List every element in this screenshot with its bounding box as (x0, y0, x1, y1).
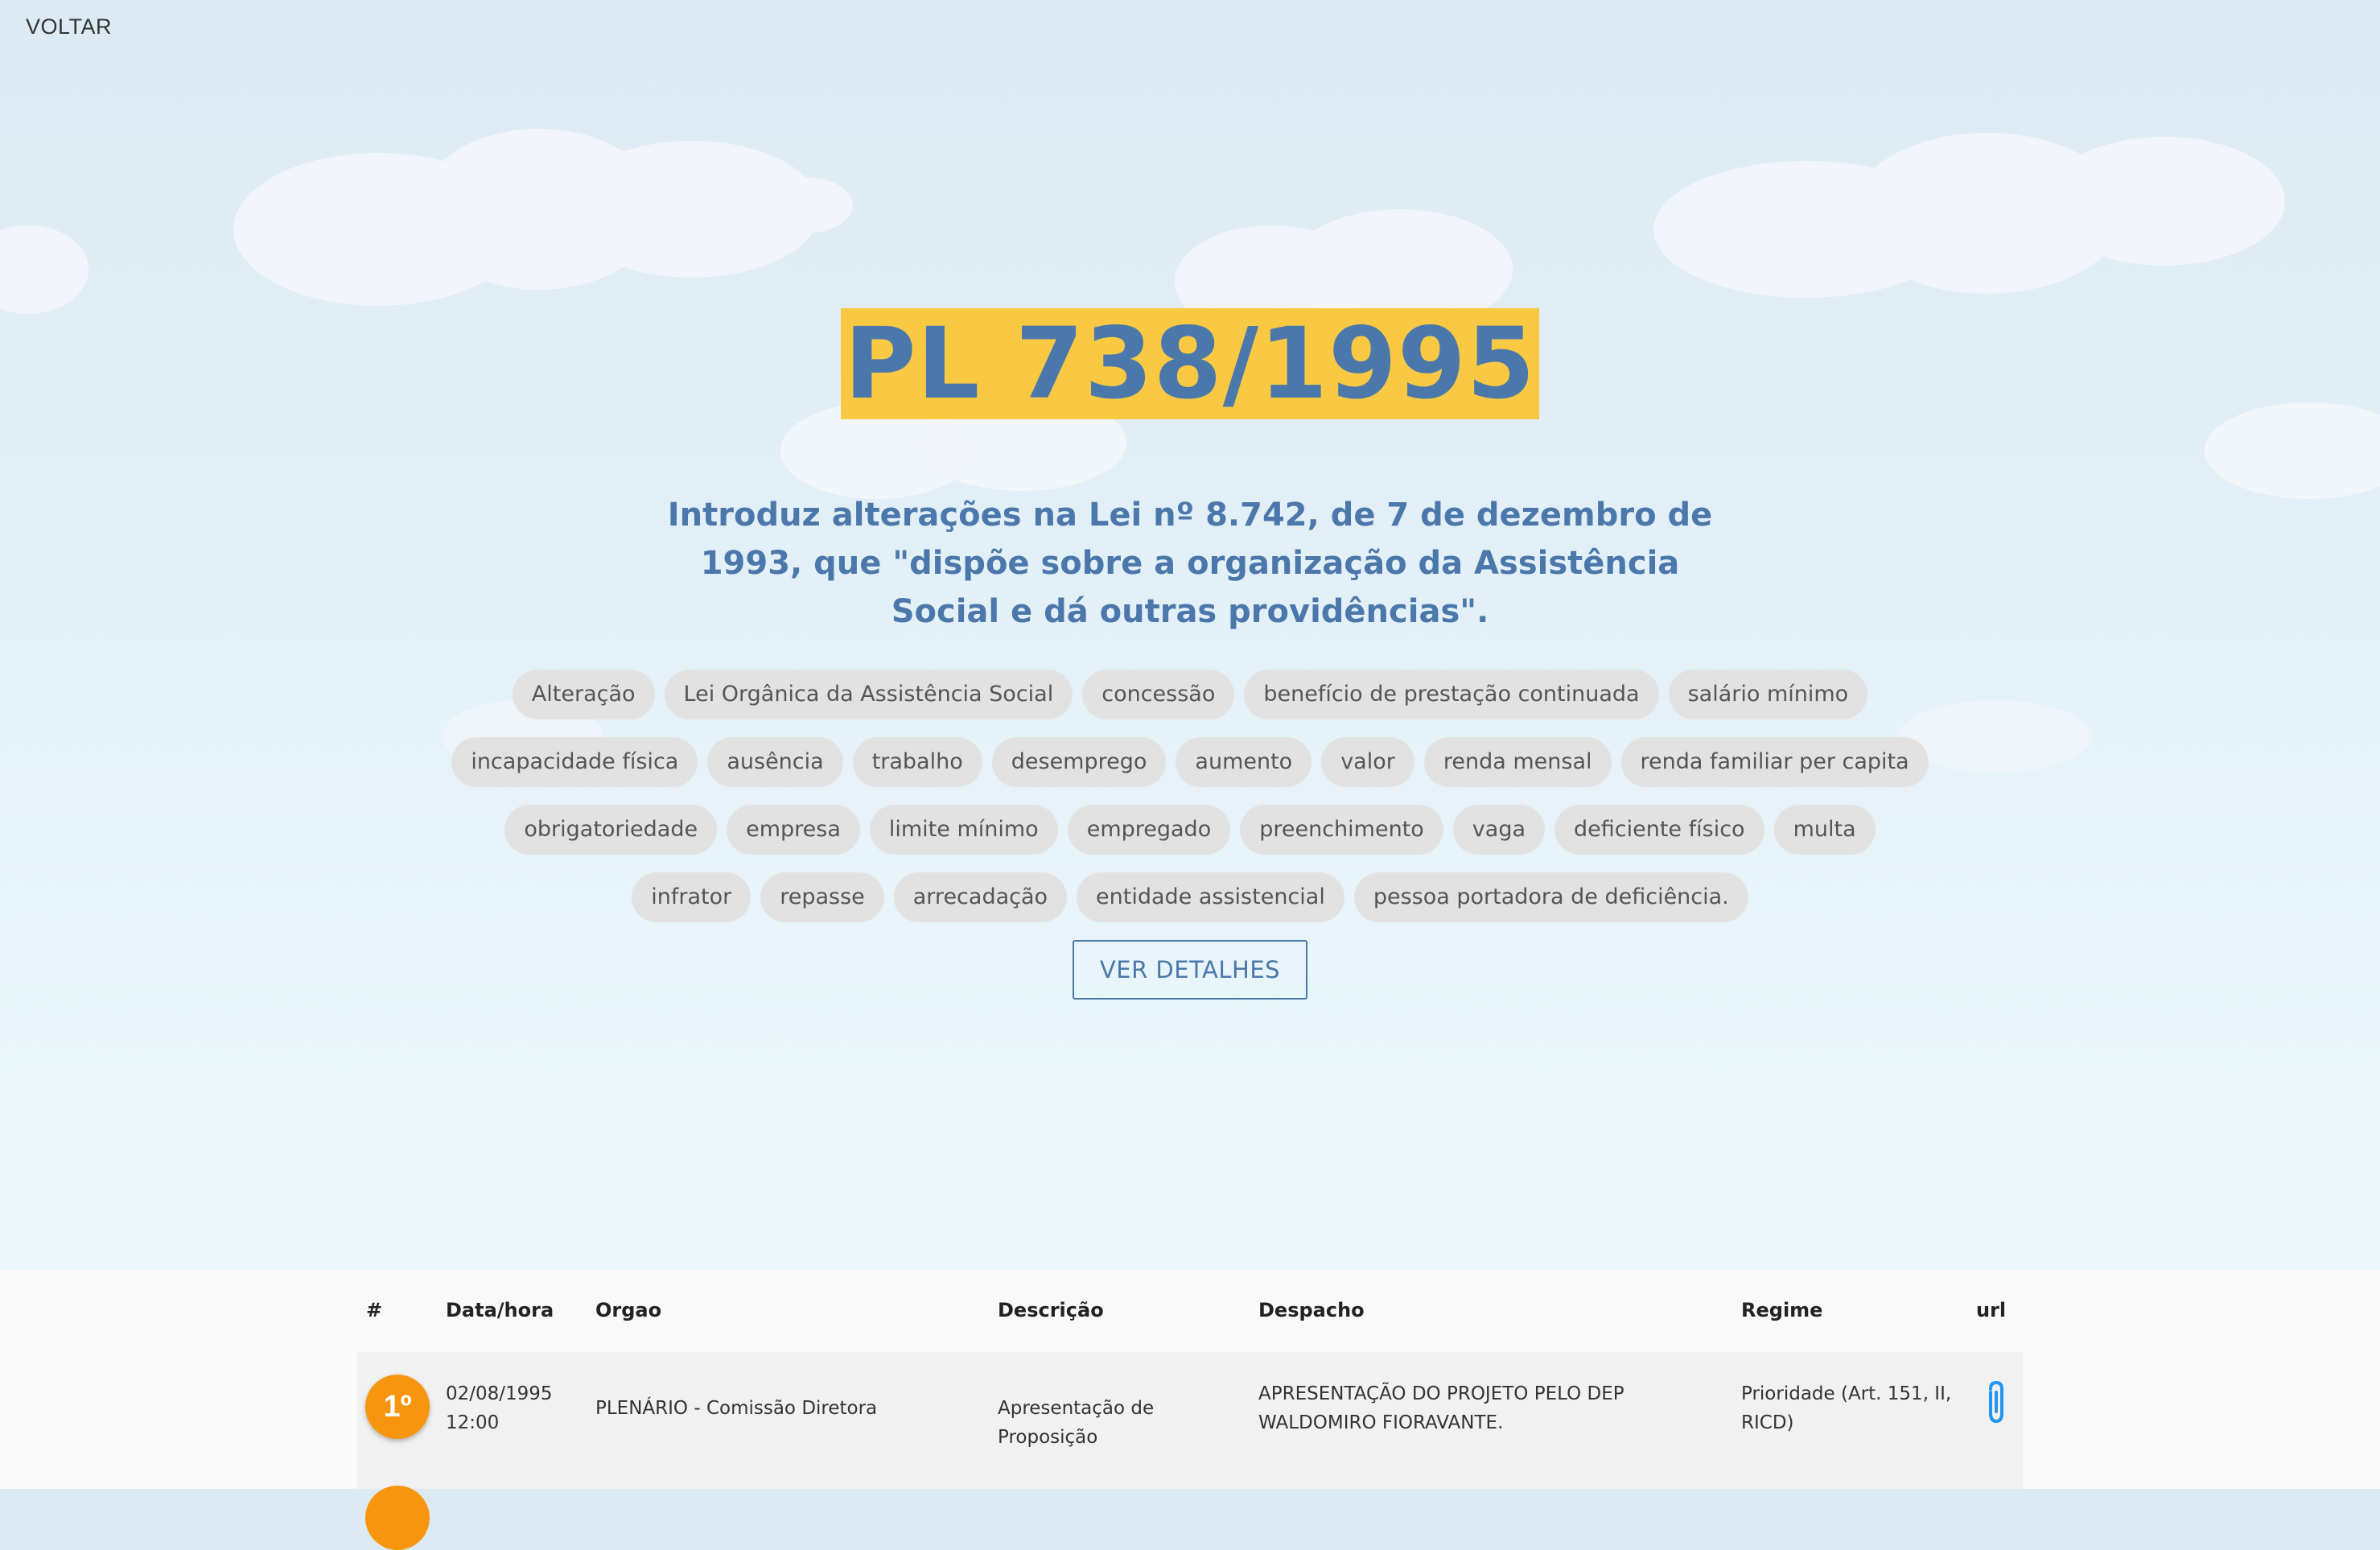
tag-chip: desemprego (991, 737, 1167, 787)
tag-chip: salário mínimo (1668, 670, 1868, 719)
tag-chip: entidade assistencial (1077, 872, 1344, 922)
tag-chip: obrigatoriedade (504, 805, 718, 855)
tag-chip: pessoa portadora de deficiência. (1353, 872, 1748, 922)
table-header: # Data/hora Orgao Descrição Despacho Reg… (0, 1270, 2380, 1350)
tag-chip: Alteração (512, 670, 655, 719)
paperclip-icon-svg (1989, 1380, 2003, 1424)
row-despacho: APRESENTAÇÃO DO PROJETO PELO DEP WALDOMI… (1258, 1383, 1624, 1433)
header-num: # (366, 1299, 383, 1321)
row-descricao: Apresentação de Proposição (998, 1398, 1155, 1448)
header-despacho: Despacho (1258, 1299, 1365, 1321)
tag-chip: limite mínimo (869, 805, 1058, 855)
tag-chip: multa (1773, 805, 1876, 855)
header-url: url (1976, 1299, 2007, 1321)
details-button[interactable]: VER DETALHES (1072, 940, 1308, 1000)
back-link[interactable]: VOLTAR (26, 14, 112, 39)
header-orgao: Orgao (595, 1299, 662, 1321)
paperclip-icon[interactable] (1983, 1379, 2010, 1428)
cloud (0, 225, 89, 314)
tramitacao-table: # Data/hora Orgao Descrição Despacho Reg… (0, 1270, 2380, 1550)
tag-chip: trabalho (852, 737, 982, 787)
tag-chip: aumento (1176, 737, 1312, 787)
row-date: 02/08/1995 (446, 1383, 553, 1404)
tag-chip: concessão (1082, 670, 1235, 719)
tag-chip: empresa (727, 805, 860, 855)
tag-chip: renda mensal (1423, 737, 1612, 787)
tag-chip: incapacidade física (451, 737, 698, 787)
title-container: PL 738/1995 (0, 308, 2380, 419)
header-regime: Regime (1741, 1299, 1823, 1321)
next-order-badge (365, 1486, 430, 1550)
row-regime: Prioridade (Art. 151, II, RICD) (1741, 1383, 1952, 1433)
tag-chip: ausência (707, 737, 843, 787)
tag-chip: repasse (760, 872, 884, 922)
details-button-container: VER DETALHES (0, 940, 2380, 1000)
tag-chip: deficiente físico (1554, 805, 1764, 855)
tag-chip: renda familiar per capita (1620, 737, 1929, 787)
tag-chip: empregado (1067, 805, 1231, 855)
tag-chip: vaga (1452, 805, 1546, 855)
row-orgao: PLENÁRIO - Comissão Diretora (595, 1398, 878, 1419)
table-row: 1º 02/08/1995 12:00 PLENÁRIO - Comissão … (357, 1352, 2023, 1489)
row-datetime: 02/08/1995 12:00 (446, 1379, 583, 1437)
tag-list: Alteração Lei Orgânica da Assistência Soc… (451, 670, 1929, 940)
header-datahora: Data/hora (446, 1299, 554, 1321)
cloud (756, 177, 853, 233)
header-descricao: Descrição (998, 1299, 1104, 1321)
tag-chip: Lei Orgânica da Assistência Social (664, 670, 1073, 719)
tag-chip: preenchimento (1240, 805, 1443, 855)
order-badge: 1º (365, 1375, 430, 1439)
tag-chip: benefício de prestação continuada (1244, 670, 1659, 719)
tag-chip: valor (1321, 737, 1414, 787)
tag-chip: arrecadação (893, 872, 1068, 922)
tag-chip: infrator (632, 872, 751, 922)
cloud (2044, 137, 2285, 266)
ementa-text: Introduz alterações na Lei nº 8.742, de … (667, 497, 1713, 630)
row-time: 12:00 (446, 1412, 500, 1433)
page-title: PL 738/1995 (841, 308, 1539, 419)
